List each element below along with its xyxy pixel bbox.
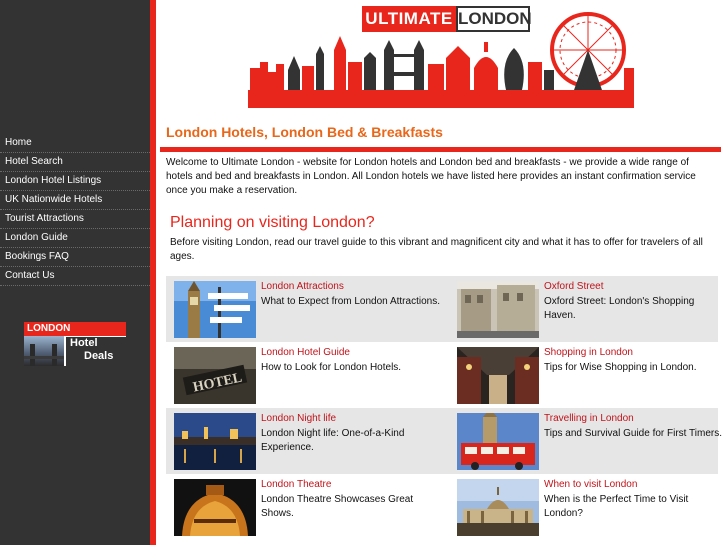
guide-row: London Attractions What to Expect from L…: [166, 276, 718, 342]
travelling-in-london-link[interactable]: Travelling in London: [544, 413, 634, 424]
when-to-visit-london-link[interactable]: When to visit London: [544, 479, 637, 490]
deals-banner-image: [24, 336, 64, 366]
deals-banner-line1: Hotel: [70, 337, 98, 349]
guide-card-london-hotel-guide: HOTEL London Hotel Guide How to Look for…: [166, 342, 442, 408]
shopping-in-london-image[interactable]: [457, 347, 539, 404]
oxford-street-image[interactable]: [457, 281, 539, 338]
guide-row: London Theatre London Theatre Showcases …: [166, 474, 718, 540]
london-night-life-desc: London Night life: One-of-a-Kind Experie…: [261, 428, 405, 453]
guide-row: HOTEL London Hotel Guide How to Look for…: [166, 342, 718, 408]
sidebar-item-bookings-faq[interactable]: Bookings FAQ: [0, 248, 150, 267]
sidebar-item-london-guide[interactable]: London Guide: [0, 229, 150, 248]
when-to-visit-london-desc: When is the Perfect Time to Visit London…: [544, 494, 689, 519]
page-title: London Hotels, London Bed & Breakfasts: [166, 124, 443, 140]
sidebar-item-tourist-attractions[interactable]: Tourist Attractions: [0, 210, 150, 229]
london-hotel-guide-link[interactable]: London Hotel Guide: [261, 347, 350, 358]
travelling-in-london-desc: Tips and Survival Guide for First Timers…: [544, 428, 723, 439]
deals-banner-line2: Deals: [84, 350, 114, 362]
london-attractions-image[interactable]: [174, 281, 256, 338]
london-attractions-link[interactable]: London Attractions: [261, 281, 344, 292]
guide-card-shopping-in-london: Shopping in London Tips for Wise Shoppin…: [449, 342, 725, 408]
site-logo[interactable]: ULTIMATE LONDON: [248, 6, 634, 108]
oxford-street-desc: Oxford Street: London's Shopping Haven.: [544, 296, 695, 321]
london-hotel-guide-desc: How to Look for London Hotels.: [261, 362, 402, 373]
planning-heading: Planning on visiting London?: [170, 214, 375, 231]
when-to-visit-london-image[interactable]: [457, 479, 539, 536]
sidebar-item-hotel-search[interactable]: Hotel Search: [0, 153, 150, 172]
london-theatre-link[interactable]: London Theatre: [261, 479, 331, 490]
shopping-in-london-desc: Tips for Wise Shopping in London.: [544, 362, 697, 373]
london-night-life-link[interactable]: London Night life: [261, 413, 336, 424]
london-night-life-image[interactable]: [174, 413, 256, 470]
sidebar-item-london-hotel-listings[interactable]: London Hotel Listings: [0, 172, 150, 191]
london-hotel-guide-image[interactable]: HOTEL: [174, 347, 256, 404]
intro-paragraph: Welcome to Ultimate London - website for…: [166, 157, 696, 196]
london-theatre-image[interactable]: [174, 479, 256, 536]
sidebar-item-uk-nationwide-hotels[interactable]: UK Nationwide Hotels: [0, 191, 150, 210]
oxford-street-link[interactable]: Oxford Street: [544, 281, 603, 292]
guide-card-london-theatre: London Theatre London Theatre Showcases …: [166, 474, 442, 540]
shopping-in-london-link[interactable]: Shopping in London: [544, 347, 633, 358]
guide-card-travelling-in-london: Travelling in London Tips and Survival G…: [449, 408, 725, 474]
guide-card-when-to-visit-london: When to visit London When is the Perfect…: [449, 474, 725, 540]
deals-banner-heading: LONDON: [24, 322, 126, 336]
sidebar-nav: Home Hotel Search London Hotel Listings …: [0, 134, 150, 286]
sidebar-divider: [150, 0, 156, 545]
sidebar: Home Hotel Search London Hotel Listings …: [0, 0, 150, 545]
deals-banner-text: Hotel Deals: [66, 337, 126, 366]
guide-grid: London Attractions What to Expect from L…: [166, 276, 722, 540]
london-attractions-desc: What to Expect from London Attractions.: [261, 296, 440, 307]
london-theatre-desc: London Theatre Showcases Great Shows.: [261, 494, 414, 519]
london-skyline-graphic: [248, 12, 634, 108]
title-divider: [160, 147, 721, 152]
guide-card-london-attractions: London Attractions What to Expect from L…: [166, 276, 442, 342]
guide-card-london-night-life: London Night life London Night life: One…: [166, 408, 442, 474]
sidebar-item-contact-us[interactable]: Contact Us: [0, 267, 150, 286]
planning-text: Before visiting London, read our travel …: [170, 237, 703, 262]
guide-row: London Night life London Night life: One…: [166, 408, 722, 474]
sidebar-item-home[interactable]: Home: [0, 134, 150, 153]
guide-card-oxford-street: Oxford Street Oxford Street: London's Sh…: [449, 276, 725, 342]
london-hotel-deals-banner[interactable]: LONDON Hotel Deals: [24, 322, 126, 366]
travelling-in-london-image[interactable]: [457, 413, 539, 470]
